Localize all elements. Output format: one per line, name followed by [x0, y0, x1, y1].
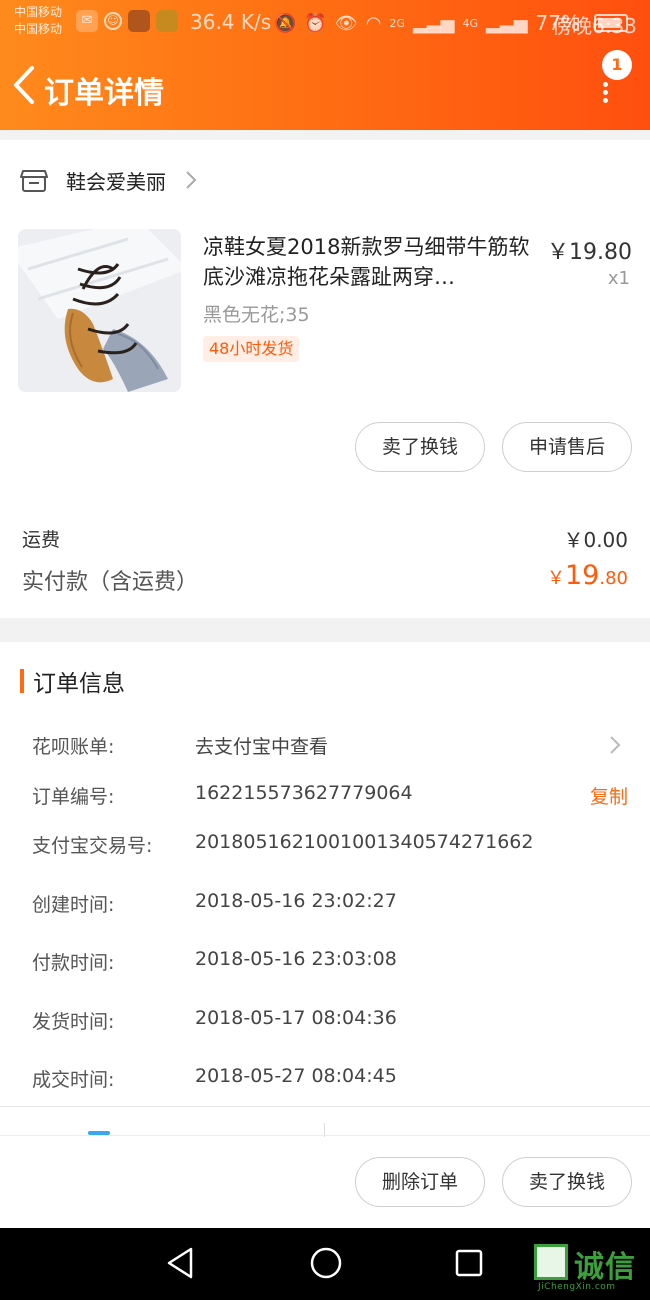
paid-amount: ￥19.80	[547, 560, 628, 591]
info-value: 2018-05-27 08:04:45	[195, 1065, 397, 1087]
section-accent-bar	[20, 669, 24, 693]
paid-currency: ￥	[547, 568, 565, 589]
nav-back-icon[interactable]	[165, 1246, 197, 1280]
order-info-section: 订单信息 花呗账单: 去支付宝中查看 订单编号: 162215573627779…	[0, 642, 650, 1106]
info-value: 去支付宝中查看	[195, 736, 329, 758]
app-header: 中国移动 中国移动 ✉ ☺ 36.4 K/s 🔕 ⏰ 👁 ◠ 2G ▂▃▅ 4G…	[0, 0, 650, 130]
store-link[interactable]: 鞋会爱美丽	[20, 160, 198, 200]
page-title: 订单详情	[44, 76, 164, 111]
info-label: 发货时间:	[32, 1011, 115, 1033]
info-label: 创建时间:	[32, 894, 115, 916]
after-sale-button[interactable]: 申请售后	[502, 422, 632, 472]
paid-time-row: 付款时间: 2018-05-16 23:03:08	[0, 942, 650, 982]
paid-integer: 19	[565, 560, 600, 591]
back-button[interactable]	[8, 62, 44, 108]
sell-for-cash-button[interactable]: 卖了换钱	[355, 422, 485, 472]
info-label: 成交时间:	[32, 1069, 115, 1091]
store-name: 鞋会爱美丽	[66, 169, 166, 194]
completed-time-row: 成交时间: 2018-05-27 08:04:45	[0, 1059, 650, 1099]
freight-value: ￥0.00	[563, 528, 628, 552]
watermark-subtext: JiChengXin.com	[538, 1282, 616, 1292]
media-notification-icon	[156, 10, 178, 32]
carrier-1: 中国移动	[14, 5, 63, 19]
watermark-logo: 诚信 JiChengXin.com	[534, 1242, 646, 1292]
network-speed: 36.4 K/s	[190, 10, 272, 34]
watermark-icon	[534, 1244, 568, 1280]
created-time-row: 创建时间: 2018-05-16 23:02:27	[0, 884, 650, 924]
info-value: 2018-05-16 23:02:27	[195, 890, 397, 912]
message-badge: 1	[602, 50, 632, 80]
order-item-card: 鞋会爱美丽 凉鞋女夏2018新款罗马细带牛筋软底沙滩凉拖花朵露趾两穿… ￥19.…	[0, 140, 650, 618]
shipped-time-row: 发货时间: 2018-05-17 08:04:36	[0, 1001, 650, 1041]
carrier-2: 中国移动	[14, 22, 63, 36]
section-title: 订单信息	[33, 671, 125, 697]
app-notification-icon	[128, 10, 150, 32]
more-vertical-icon	[603, 82, 609, 103]
signal-icon-2: ▂▃▅	[486, 12, 528, 34]
shipping-tag: 48小时发货	[203, 336, 300, 362]
alipay-trade-row: 支付宝交易号: 2018051621001001340574271662	[0, 825, 650, 865]
signal-icon-1: ▂▃▅	[412, 12, 455, 34]
order-number-row: 订单编号: 162215573627779064 复制	[0, 776, 650, 816]
wifi-icon: ◠	[365, 12, 382, 34]
store-icon	[20, 170, 48, 192]
freight-label: 运费	[22, 529, 61, 551]
eye-icon: 👁	[334, 12, 358, 34]
status-bar: 中国移动 中国移动 ✉ ☺ 36.4 K/s 🔕 ⏰ 👁 ◠ 2G ▂▃▅ 4G…	[0, 0, 650, 48]
network-type-1: 2G	[389, 16, 405, 30]
nav-home-icon[interactable]	[309, 1246, 343, 1280]
info-label: 支付宝交易号:	[32, 835, 153, 857]
info-value: 2018051621001001340574271662	[195, 831, 534, 853]
nav-recents-icon[interactable]	[454, 1248, 484, 1278]
paid-decimal: .80	[599, 568, 628, 589]
product-sku: 黑色无花;35	[203, 304, 310, 326]
sell-for-cash-button[interactable]: 卖了换钱	[502, 1157, 632, 1207]
carrier-info: 中国移动 中国移动	[14, 4, 62, 38]
info-label: 花呗账单:	[32, 736, 115, 758]
mute-icon: 🔕	[274, 12, 297, 34]
network-type-2: 4G	[462, 16, 479, 30]
notification-icons: ✉ ☺	[76, 10, 178, 32]
smiley-icon: ☺	[104, 12, 122, 30]
product-image[interactable]	[18, 229, 181, 392]
huabei-bill-row[interactable]: 花呗账单: 去支付宝中查看	[0, 726, 650, 766]
product-price: ￥19.80	[547, 240, 632, 265]
system-nav-bar: 诚信 JiChengXin.com	[0, 1228, 650, 1300]
alarm-icon: ⏰	[304, 12, 327, 34]
bottom-action-bar: 删除订单 卖了换钱	[0, 1106, 650, 1228]
product-quantity: x1	[607, 268, 630, 289]
info-value: 2018-05-16 23:03:08	[195, 948, 397, 970]
sandal-image	[18, 229, 181, 392]
chevron-right-icon	[186, 171, 197, 189]
delete-order-button[interactable]: 删除订单	[355, 1157, 485, 1207]
watermark-text: 诚信	[574, 1250, 636, 1285]
info-label: 订单编号:	[32, 786, 115, 808]
divider	[0, 1135, 650, 1136]
info-value: 2018-05-17 08:04:36	[195, 1007, 397, 1029]
info-label: 付款时间:	[32, 952, 115, 974]
chevron-left-icon	[14, 66, 34, 104]
copy-button[interactable]: 复制	[590, 782, 628, 809]
info-value: 162215573627779064	[195, 782, 413, 804]
clock: 傍晚6:33	[552, 14, 637, 38]
product-title[interactable]: 凉鞋女夏2018新款罗马细带牛筋软底沙滩凉拖花朵露趾两穿…	[203, 232, 533, 292]
chevron-right-icon	[610, 736, 621, 754]
wechat-icon: ✉	[76, 10, 98, 32]
paid-label: 实付款（含运费）	[22, 570, 199, 595]
